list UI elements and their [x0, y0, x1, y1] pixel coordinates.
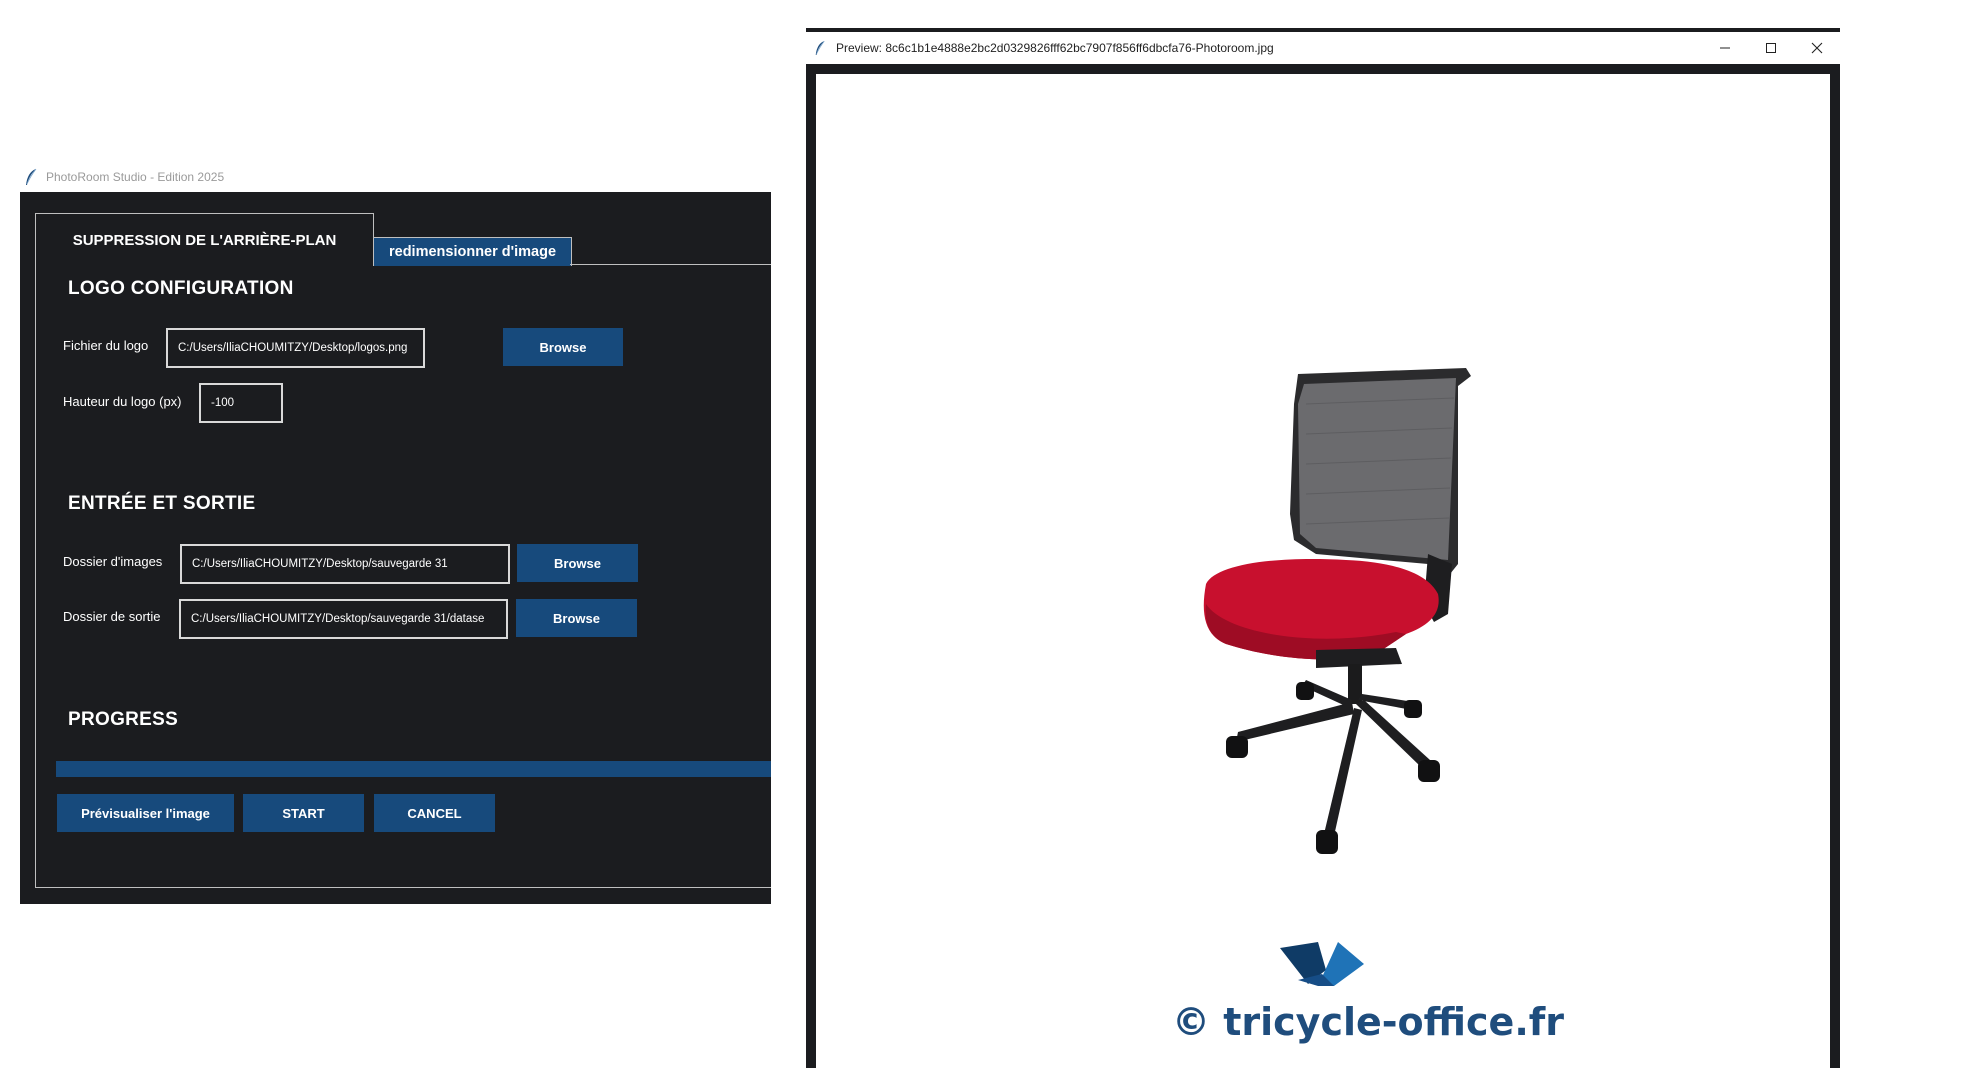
tab-resize-image[interactable]: redimensionner d'image [373, 237, 572, 266]
close-icon [1811, 42, 1823, 54]
logo-file-value: C:/Users/IliaCHOUMITZY/Desktop/logos.png [178, 342, 408, 354]
input-dir-label: Dossier d'images [63, 554, 163, 569]
io-section-title: ENTRÉE ET SORTIE [68, 493, 256, 514]
cancel-button[interactable]: CANCEL [374, 794, 495, 832]
tab-divider [570, 264, 771, 265]
input-browse-button[interactable]: Browse [517, 544, 638, 582]
start-button[interactable]: START [243, 794, 364, 832]
logo-file-label: Fichier du logo [63, 338, 149, 353]
tab-background-removal-label: SUPPRESSION DE L'ARRIÈRE-PLAN [72, 231, 337, 249]
minimize-button[interactable] [1702, 32, 1748, 64]
preview-image-button[interactable]: Prévisualiser l'image [57, 794, 234, 832]
app-body: SUPPRESSION DE L'ARRIÈRE-PLAN redimensio… [20, 192, 771, 904]
panel-border-left [35, 265, 36, 887]
window-controls [1702, 32, 1840, 64]
input-browse-label: Browse [554, 555, 601, 571]
preview-frame: © tricycle-office.fr [806, 64, 1840, 1068]
preview-title: Preview: 8c6c1b1e4888e2bc2d0329826fff62b… [836, 41, 1274, 55]
output-dir-label: Dossier de sortie [63, 609, 161, 624]
close-button[interactable] [1794, 32, 1840, 64]
feather-icon [815, 40, 825, 55]
app-title: PhotoRoom Studio - Edition 2025 [46, 170, 225, 184]
maximize-button[interactable] [1748, 32, 1794, 64]
watermark-text: © tricycle-office.fr [1172, 1000, 1565, 1044]
logo-file-input[interactable]: C:/Users/IliaCHOUMITZY/Desktop/logos.png [166, 328, 425, 368]
logo-config-title: LOGO CONFIGURATION [68, 278, 294, 299]
progress-bar [56, 761, 771, 777]
app-titlebar: PhotoRoom Studio - Edition 2025 [20, 162, 770, 192]
output-browse-label: Browse [553, 610, 600, 626]
cancel-label: CANCEL [407, 805, 462, 821]
input-dir-value: C:/Users/IliaCHOUMITZY/Desktop/sauvegard… [192, 558, 448, 570]
logo-height-value: -100 [211, 397, 235, 409]
logo-height-label: Hauteur du logo (px) [63, 394, 182, 409]
feather-icon [26, 168, 37, 185]
tab-background-removal[interactable]: SUPPRESSION DE L'ARRIÈRE-PLAN [35, 213, 374, 266]
tricycle-office-logo-icon [1280, 942, 1364, 986]
logo-height-input[interactable]: -100 [199, 383, 283, 423]
output-dir-input[interactable]: C:/Users/IliaCHOUMITZY/Desktop/sauvegard… [179, 599, 508, 639]
office-chair-image [1203, 368, 1471, 854]
preview-titlebar: Preview: 8c6c1b1e4888e2bc2d0329826fff62b… [806, 32, 1840, 64]
logo-browse-button[interactable]: Browse [503, 328, 623, 366]
progress-title: PROGRESS [68, 709, 179, 730]
panel-border-bottom [35, 887, 771, 888]
output-dir-value: C:/Users/IliaCHOUMITZY/Desktop/sauvegard… [191, 613, 485, 625]
preview-image-label: Prévisualiser l'image [81, 805, 210, 821]
tab-resize-image-label: redimensionner d'image [388, 244, 557, 260]
maximize-icon [1766, 43, 1776, 53]
output-browse-button[interactable]: Browse [516, 599, 637, 637]
minimize-icon [1720, 47, 1730, 49]
logo-browse-label: Browse [539, 339, 587, 355]
preview-canvas: © tricycle-office.fr [816, 74, 1830, 1068]
start-label: START [282, 805, 325, 821]
input-dir-input[interactable]: C:/Users/IliaCHOUMITZY/Desktop/sauvegard… [180, 544, 510, 584]
